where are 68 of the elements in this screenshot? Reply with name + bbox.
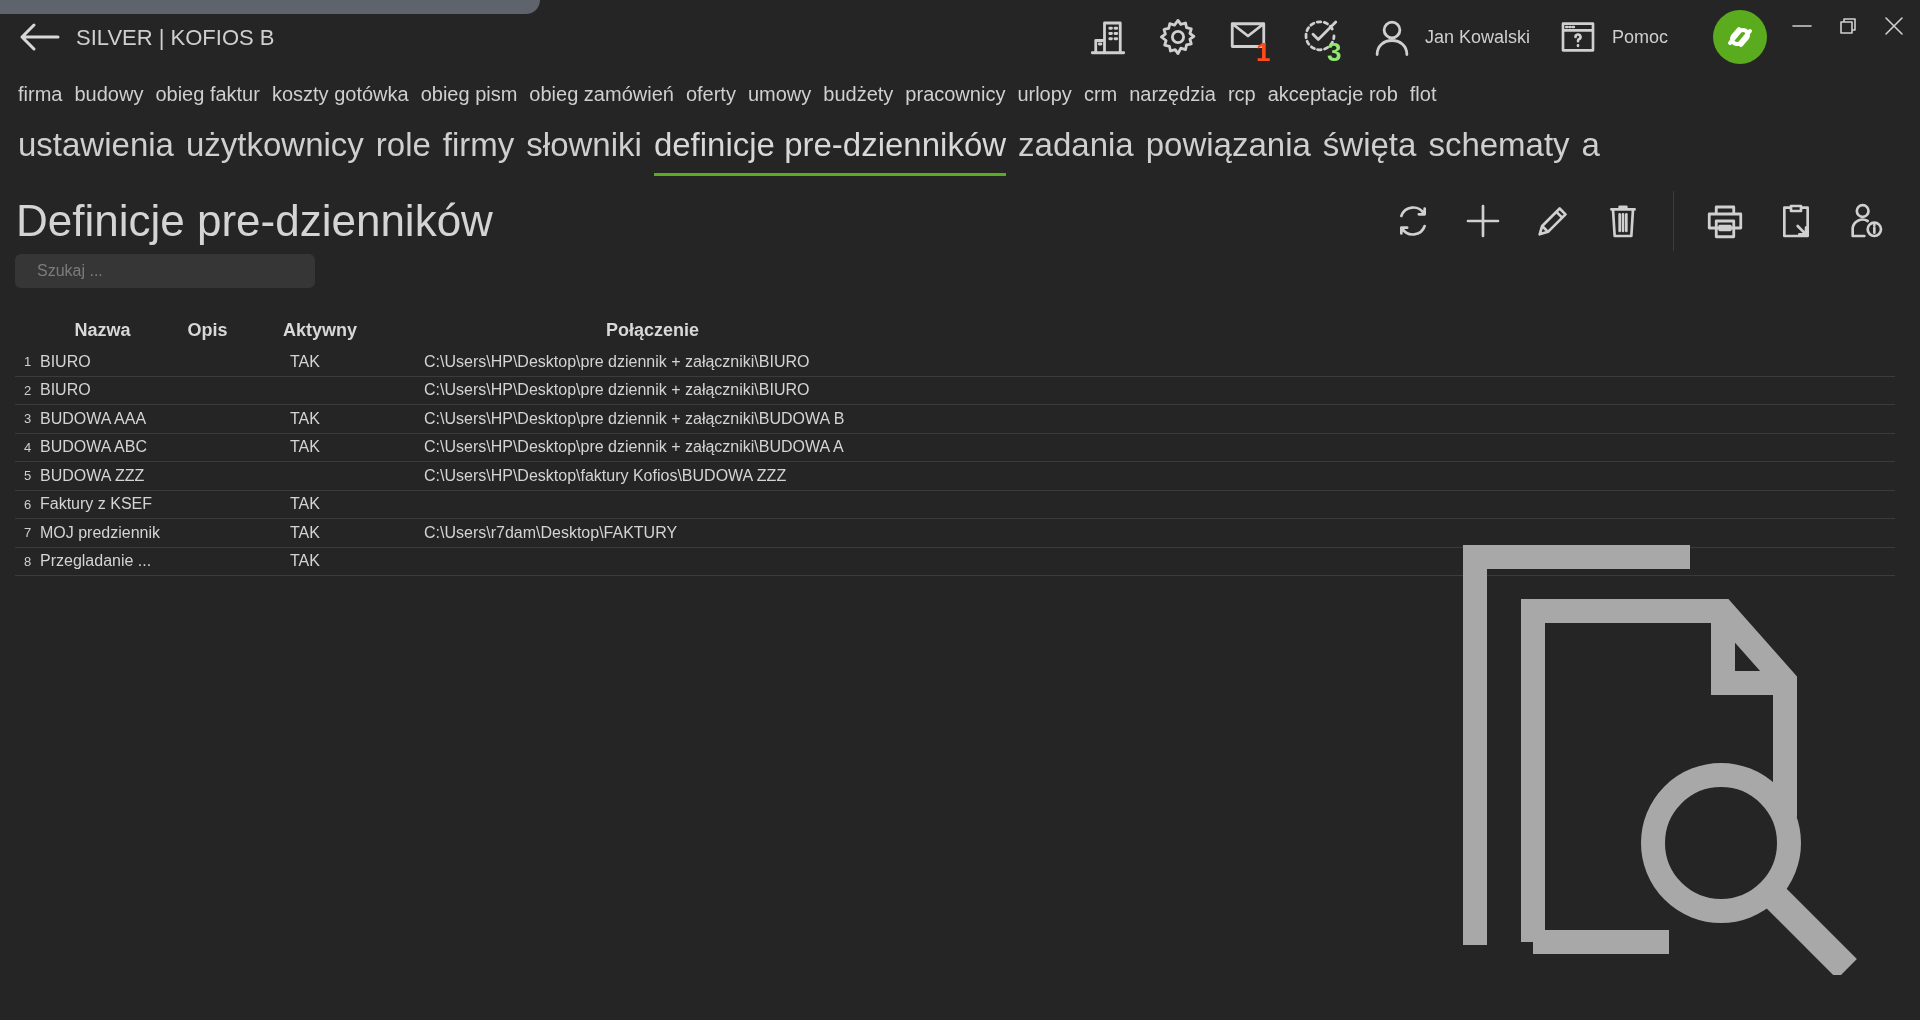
tab[interactable]: role xyxy=(375,119,431,176)
table-cell: TAK xyxy=(290,495,320,513)
module-link[interactable]: oferty xyxy=(685,79,736,109)
column-header[interactable]: Nazwa xyxy=(74,316,131,344)
column-header[interactable]: Połączenie xyxy=(605,316,699,344)
table-cell: C:\Users\HP\Desktop\pre dziennik + załączniki\BIURO xyxy=(424,352,810,370)
module-link[interactable]: urlopy xyxy=(1017,79,1072,109)
column-header[interactable]: Opis xyxy=(187,316,228,344)
table-cell: BIURO xyxy=(40,352,91,370)
module-link[interactable]: obieg zamówień xyxy=(529,79,674,109)
module-link[interactable]: obieg faktur xyxy=(155,79,260,109)
tab[interactable]: zadania xyxy=(1018,119,1134,176)
table-cell: C:\Users\r7dam\Desktop\FAKTURY xyxy=(424,523,678,541)
module-link[interactable]: obieg pism xyxy=(420,79,518,109)
module-link[interactable]: budżety xyxy=(823,79,894,109)
table-cell: C:\Users\HP\Desktop\pre dziennik + załączniki\BUDOWA B xyxy=(424,409,845,427)
row-number: 4 xyxy=(23,438,32,457)
table-cell: Faktury z KSEF xyxy=(40,495,153,513)
module-link[interactable]: flot xyxy=(1409,79,1437,109)
page-title: Definicje pre-dzienników xyxy=(16,195,493,247)
table-cell: MOJ predziennik xyxy=(40,523,161,541)
tab[interactable]: użytkownicy xyxy=(185,119,364,176)
module-link[interactable]: pracownicy xyxy=(905,79,1006,109)
table-cell: TAK xyxy=(290,352,320,370)
close-icon[interactable] xyxy=(1882,14,1906,38)
tab[interactable]: powiązania xyxy=(1145,119,1311,176)
module-link[interactable]: budowy xyxy=(74,79,144,109)
row-number: 8 xyxy=(23,552,32,571)
help-link[interactable]: Pomoc xyxy=(1611,23,1668,51)
table-cell: Przegladanie ... xyxy=(40,552,152,570)
tab[interactable]: a xyxy=(1581,119,1600,176)
row-number: 5 xyxy=(23,467,32,485)
app-logo-icon[interactable] xyxy=(1712,9,1768,65)
table-cell: BUDOWA ABC xyxy=(40,438,147,456)
table-cell: C:\Users\HP\Desktop\faktury Kofios\BUDOWA ZZZ xyxy=(424,466,787,484)
tab[interactable]: schematy xyxy=(1428,119,1570,176)
tab[interactable]: słowniki xyxy=(526,119,642,176)
row-number: 6 xyxy=(23,495,32,514)
table-cell: TAK xyxy=(290,523,320,541)
module-link[interactable]: akceptacje rob xyxy=(1267,79,1398,109)
row-number: 2 xyxy=(23,381,32,400)
tab[interactable]: święta xyxy=(1322,119,1417,176)
back-arrow-icon[interactable] xyxy=(18,22,60,52)
tasks-count-label: 3 xyxy=(1326,39,1342,65)
table-cell: BUDOWA AAA xyxy=(40,409,147,427)
tab[interactable]: definicje pre-dzienników xyxy=(653,119,1007,176)
search-field[interactable]: Szukaj ... xyxy=(15,254,315,288)
column-header[interactable]: Aktywny xyxy=(283,316,357,344)
table-cell: TAK xyxy=(290,552,320,570)
table-cell: TAK xyxy=(290,409,320,427)
user-name[interactable]: Jan Kowalski xyxy=(1424,23,1530,51)
row-number: 1 xyxy=(23,353,32,371)
window-title: SILVER | KOFIOS B xyxy=(76,23,275,52)
module-link[interactable]: crm xyxy=(1083,79,1118,109)
tab[interactable]: ustawienia xyxy=(18,119,174,176)
row-number: 7 xyxy=(23,524,32,542)
table-cell: BUDOWA ZZZ xyxy=(40,466,145,484)
module-link[interactable]: koszty gotówka xyxy=(271,79,409,109)
module-link[interactable]: narzędzia xyxy=(1129,79,1216,109)
table-cell: TAK xyxy=(290,438,320,456)
module-link[interactable]: rcp xyxy=(1227,79,1256,109)
row-number: 3 xyxy=(23,410,32,428)
table-cell: BIURO xyxy=(40,381,91,399)
tab[interactable]: firmy xyxy=(442,119,515,176)
table-cell: C:\Users\HP\Desktop\pre dziennik + załączniki\BUDOWA A xyxy=(424,438,844,456)
table-cell: C:\Users\HP\Desktop\pre dziennik + załączniki\BIURO xyxy=(424,381,810,399)
module-link[interactable]: umowy xyxy=(747,79,812,109)
module-link[interactable]: firma xyxy=(18,79,63,109)
